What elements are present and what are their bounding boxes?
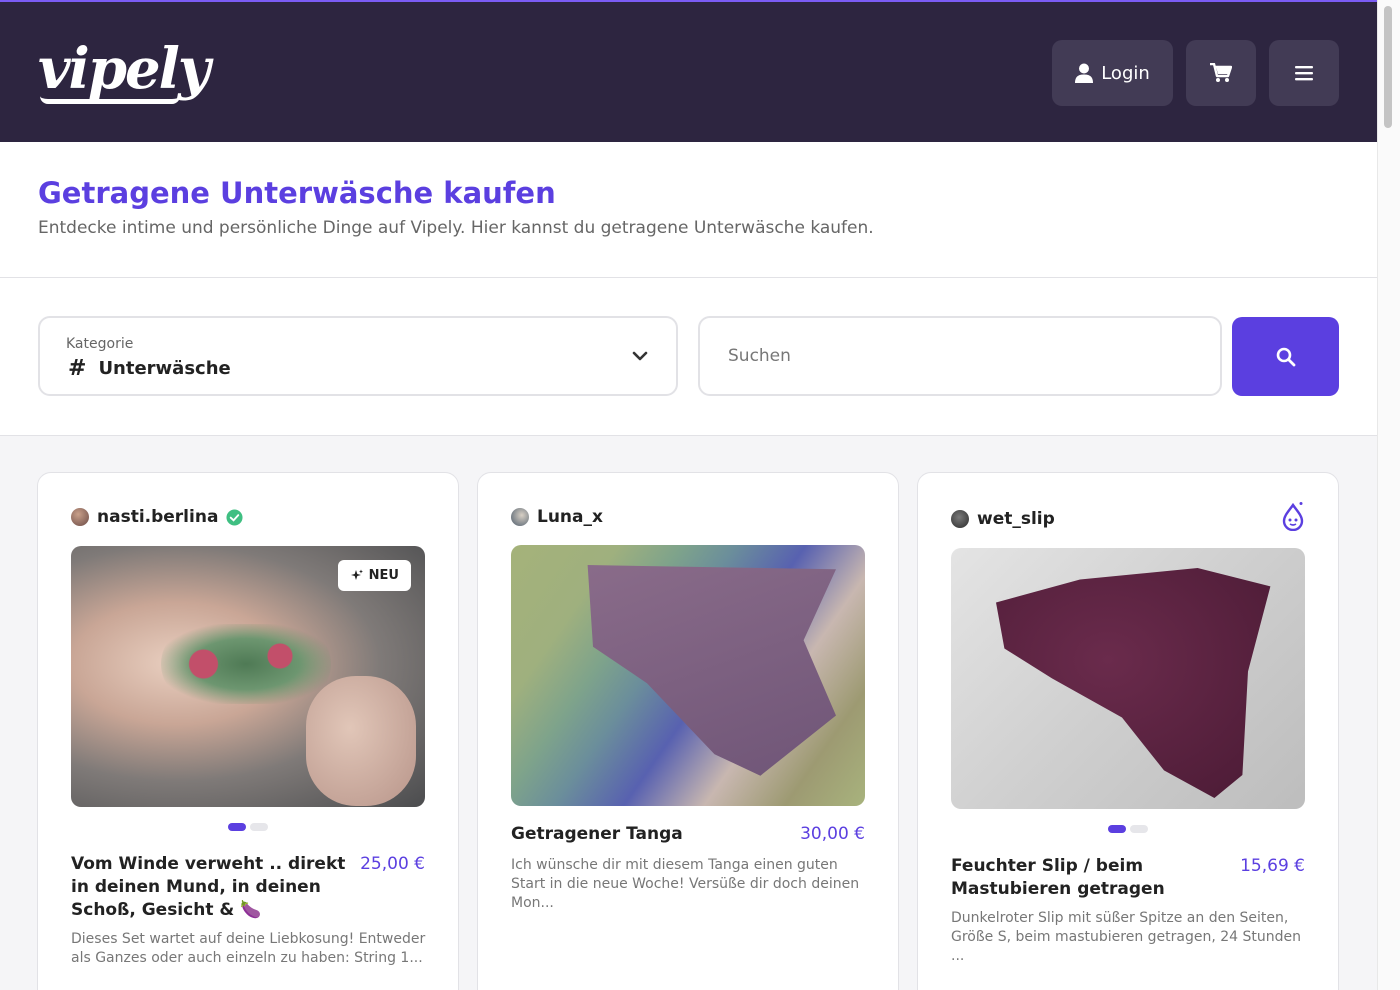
user-icon: [1075, 63, 1094, 83]
product-card[interactable]: wet_slip Feuchter Slip / beim Mastubiere…: [917, 472, 1339, 990]
droplet-icon: [1282, 502, 1304, 531]
product-price: 25,00 €: [360, 854, 425, 874]
hamburger-menu-icon: [1295, 66, 1313, 81]
filter-bar: Kategorie # Unterwäsche: [0, 278, 1377, 436]
avatar: [71, 508, 89, 526]
seller-info[interactable]: wet_slip: [951, 509, 1055, 529]
product-image[interactable]: NEU: [71, 546, 425, 807]
seller-name: Luna_x: [537, 507, 603, 527]
avatar: [511, 508, 529, 526]
product-description: Dunkelroter Slip mit süßer Spitze an den…: [951, 910, 1302, 964]
page-title: Getragene Unterwäsche kaufen: [38, 176, 556, 210]
pagination-dot[interactable]: [1130, 825, 1148, 833]
new-badge: NEU: [337, 560, 411, 591]
seller-info[interactable]: nasti.berlina: [71, 507, 243, 527]
product-title[interactable]: Getragener Tanga: [511, 823, 786, 846]
seller-name: wet_slip: [977, 509, 1055, 529]
site-header: vipely Login: [0, 0, 1377, 142]
pagination-dot[interactable]: [228, 823, 246, 831]
product-price: 15,69 €: [1240, 856, 1305, 876]
intro-section: Getragene Unterwäsche kaufen Entdecke in…: [0, 142, 1377, 278]
category-value-text: Unterwäsche: [98, 358, 231, 379]
search-icon: [1276, 347, 1295, 366]
cart-icon: [1210, 63, 1232, 82]
product-image[interactable]: [511, 545, 865, 806]
cart-button[interactable]: [1186, 40, 1256, 106]
hash-icon: #: [68, 356, 87, 381]
search-input[interactable]: [698, 316, 1222, 396]
verified-badge-icon: [226, 508, 243, 526]
menu-button[interactable]: [1269, 40, 1339, 106]
sparkle-icon: [350, 569, 363, 580]
lace-detail: [161, 624, 331, 704]
image-pagination[interactable]: [1108, 825, 1148, 833]
page-scrollbar-track[interactable]: [1377, 0, 1400, 990]
product-card[interactable]: Luna_x Getragener Tanga 30,00 € Ich wüns…: [477, 472, 899, 990]
pagination-dot[interactable]: [1108, 825, 1126, 833]
category-select[interactable]: Kategorie # Unterwäsche: [38, 316, 678, 396]
product-card[interactable]: nasti.berlina NEU Vom Winde verweht .. d…: [37, 472, 459, 990]
product-title[interactable]: Feuchter Slip / beim Mastubieren getrage…: [951, 855, 1226, 901]
logo-text: vipely: [38, 36, 210, 102]
product-title[interactable]: Vom Winde verweht .. direkt in deinen Mu…: [71, 853, 346, 922]
image-pagination[interactable]: [228, 823, 268, 831]
tanga-detail: [587, 565, 836, 776]
search-button[interactable]: [1232, 317, 1339, 396]
seller-name: nasti.berlina: [97, 507, 219, 527]
avatar: [951, 510, 969, 528]
hand-detail: [306, 676, 416, 806]
product-description: Dieses Set wartet auf deine Liebkosung! …: [71, 931, 426, 966]
login-button[interactable]: Login: [1052, 40, 1173, 106]
seller-info[interactable]: Luna_x: [511, 507, 603, 527]
pagination-dot[interactable]: [250, 823, 268, 831]
chevron-down-icon: [632, 351, 648, 361]
page-subtitle: Entdecke intime und persönliche Dinge au…: [38, 218, 874, 238]
login-label: Login: [1101, 62, 1150, 84]
product-image[interactable]: [951, 548, 1305, 809]
logo-swoosh: [40, 96, 180, 104]
slip-detail: [996, 568, 1271, 798]
new-badge-label: NEU: [368, 568, 399, 583]
product-description: Ich wünsche dir mit diesem Tanga einen g…: [511, 857, 860, 911]
product-price: 30,00 €: [800, 824, 865, 844]
page-scrollbar-thumb[interactable]: [1384, 6, 1392, 128]
vipely-logo[interactable]: vipely: [38, 36, 210, 104]
category-label: Kategorie: [66, 336, 134, 352]
category-value: # Unterwäsche: [68, 356, 231, 381]
